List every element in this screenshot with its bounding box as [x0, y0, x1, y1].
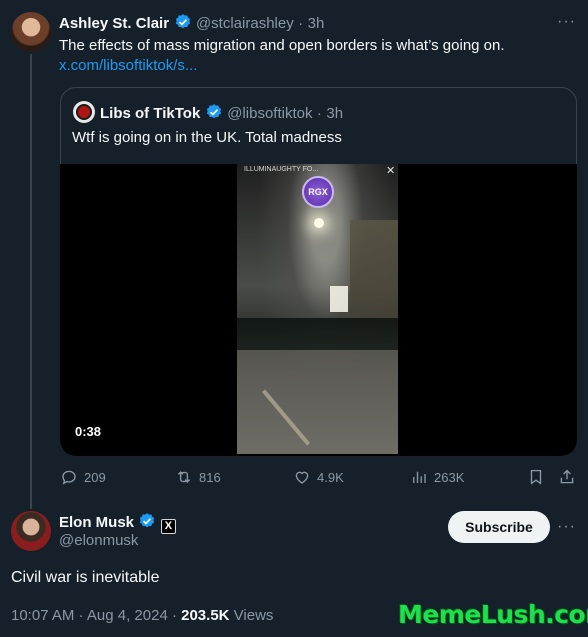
post-meta: 10:07 AM · Aug 4, 2024 · 203.5K Views: [11, 607, 273, 624]
video-duration: 0:38: [75, 424, 102, 439]
x-affiliation-badge: X: [160, 518, 176, 534]
watermark-logo: MemeLush.com: [398, 600, 588, 629]
repost-count: 816: [199, 469, 221, 485]
post-link[interactable]: x.com/libsoftiktok/s...: [59, 57, 197, 74]
reply-author-name[interactable]: Elon Musk: [59, 514, 134, 531]
post-time[interactable]: 3h: [308, 15, 325, 32]
views-button[interactable]: 263K: [410, 468, 464, 486]
reply-button[interactable]: 209: [60, 468, 106, 486]
quoted-handle[interactable]: @libsoftiktok: [227, 105, 312, 122]
share-button[interactable]: [558, 468, 576, 486]
reply-header: Elon Musk X: [59, 512, 176, 534]
verified-badge-icon: [175, 14, 190, 29]
quoted-author-name[interactable]: Libs of TikTok: [100, 105, 200, 122]
reply-handle[interactable]: @elonmusk: [59, 532, 138, 549]
thread-line: [30, 54, 32, 509]
avatar[interactable]: [11, 511, 51, 551]
like-count: 4.9K: [317, 469, 344, 485]
video-close-icon: ✕: [386, 165, 396, 177]
quoted-time[interactable]: 3h: [326, 105, 343, 122]
video-road: [237, 350, 398, 454]
video-window-light: [330, 286, 348, 312]
post-text: The effects of mass migration and open b…: [59, 37, 505, 54]
author-name[interactable]: Ashley St. Clair: [59, 15, 169, 32]
verified-badge-icon: [206, 104, 221, 119]
reply-icon: [62, 470, 76, 485]
more-options-icon[interactable]: ···: [557, 13, 576, 31]
bookmark-button[interactable]: [527, 468, 545, 486]
views-count: 263K: [434, 469, 465, 485]
share-icon: [560, 469, 574, 484]
video-streetlamp: [314, 218, 324, 228]
verified-badge-icon: [140, 513, 155, 528]
more-options-icon[interactable]: ···: [557, 518, 576, 536]
repost-button[interactable]: 816: [175, 468, 221, 486]
video-crowd: [237, 318, 398, 350]
video-overlay-title: ILLUMINAUGHTY FO...: [244, 166, 319, 173]
author-handle[interactable]: @stclairashley: [196, 15, 294, 32]
reply-count: 209: [84, 469, 106, 485]
post-header: Ashley St. Clair @stclairashley · 3h: [59, 14, 325, 32]
video-rgx-badge: RGX: [302, 176, 334, 208]
subscribe-button[interactable]: Subscribe: [448, 511, 550, 543]
post-views-label: Views: [229, 607, 274, 624]
post-timestamp[interactable]: 10:07 AM · Aug 4, 2024 ·: [11, 607, 181, 624]
reply-text: Civil war is inevitable: [11, 569, 160, 586]
repost-icon: [177, 471, 191, 483]
post-views-count: 203.5K: [181, 607, 230, 624]
bookmark-icon: [530, 469, 542, 485]
analytics-icon: [413, 471, 426, 483]
avatar[interactable]: [11, 12, 51, 52]
quoted-avatar[interactable]: [73, 101, 95, 123]
like-button[interactable]: 4.9K: [293, 468, 344, 486]
quoted-text: Wtf is going on in the UK. Total madness: [72, 129, 342, 146]
heart-icon: [295, 471, 309, 484]
quoted-header: Libs of TikTok @libsoftiktok · 3h: [100, 104, 344, 122]
